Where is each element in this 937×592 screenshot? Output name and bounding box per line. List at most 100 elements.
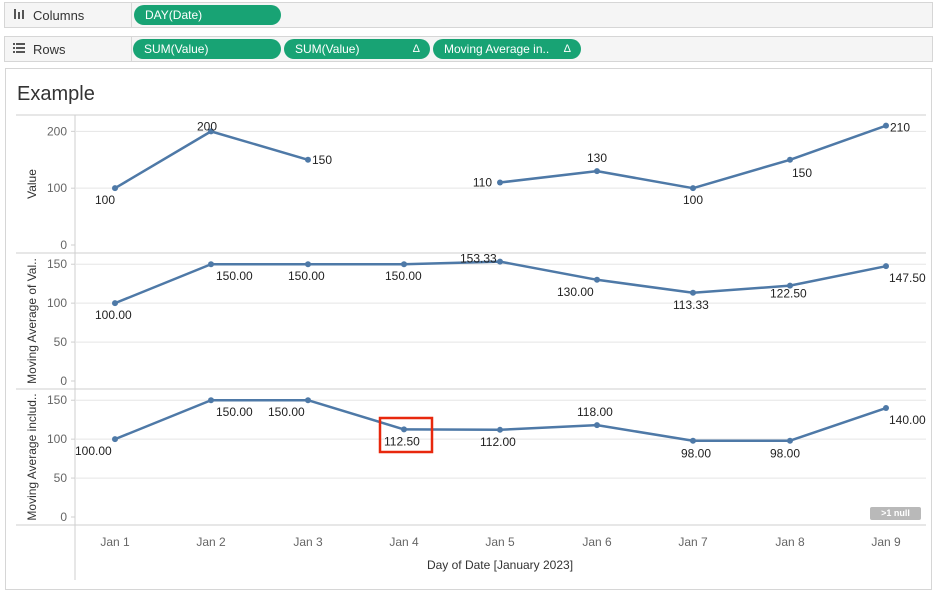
pill-sum-value-table-calc[interactable]: SUM(Value) Δ (284, 39, 430, 59)
x-tick-label: Jan 5 (485, 535, 515, 549)
data-point[interactable] (594, 168, 600, 175)
data-label: 210 (890, 121, 910, 135)
pill-label: Moving Average in.. (444, 42, 550, 56)
columns-icon (12, 8, 26, 23)
columns-shelf: Columns DAY(Date) (4, 2, 933, 28)
data-point[interactable] (112, 436, 118, 443)
y-tick-label: 0 (60, 510, 67, 524)
data-label: 153.33 (460, 252, 497, 266)
y-tick-label: 100 (47, 181, 67, 195)
y-tick-label: 150 (47, 257, 67, 271)
data-point[interactable] (208, 397, 214, 404)
data-label: 150.00 (216, 405, 253, 419)
data-point[interactable] (787, 156, 793, 163)
data-label: 150 (312, 153, 332, 167)
x-tick-label: Jan 4 (389, 535, 419, 549)
data-point[interactable] (208, 261, 214, 268)
y-tick-label: 200 (47, 124, 67, 138)
x-tick-label: Jan 6 (582, 535, 612, 549)
data-label: 112.00 (480, 435, 516, 449)
data-point[interactable] (690, 437, 696, 444)
y-tick-label: 150 (47, 393, 67, 407)
data-label: 113.33 (673, 298, 709, 312)
y-tick-label: 50 (54, 335, 68, 349)
data-point[interactable] (112, 185, 118, 192)
x-tick-label: Jan 8 (775, 535, 805, 549)
x-tick-label: Jan 7 (678, 535, 708, 549)
delta-icon: Δ (563, 43, 571, 55)
data-label: 98.00 (681, 447, 711, 461)
columns-label: Columns (33, 7, 85, 23)
series-line[interactable] (114, 130, 309, 190)
data-label: 98.00 (770, 447, 800, 461)
pill-sum-value[interactable]: SUM(Value) (133, 39, 281, 59)
data-label: 130.00 (557, 285, 594, 299)
y-tick-label: 0 (60, 238, 67, 252)
data-point[interactable] (690, 289, 696, 296)
data-label: 200 (197, 119, 217, 133)
rows-shelf-label: Rows (5, 37, 132, 61)
pill-moving-average-table-calc[interactable]: Moving Average in.. Δ (433, 39, 581, 59)
data-label: 112.50 (384, 434, 420, 448)
y-axis-title: Moving Average includ.. (25, 393, 39, 520)
data-label: 130 (587, 151, 607, 165)
data-point[interactable] (112, 300, 118, 307)
x-tick-label: Jan 3 (293, 535, 323, 549)
data-point[interactable] (305, 156, 311, 163)
rows-shelf: Rows SUM(Value) SUM(Value) Δ Moving Aver… (4, 36, 933, 62)
chart-svg: 0 100 200 Value 100 200 150 110 130 100 150 210 0 50 1… (16, 114, 926, 580)
data-label: 150 (792, 166, 812, 180)
data-point[interactable] (690, 185, 696, 192)
data-label: 147.50 (889, 271, 926, 285)
series-line[interactable] (499, 124, 887, 190)
viz-area: Example 0 100 200 Value 100 200 150 110 130 100 15… (5, 68, 932, 590)
chart-pane-2: 0 50 100 150 Moving Average of Val.. 100.00 15… (25, 252, 926, 388)
data-point[interactable] (497, 426, 503, 433)
y-tick-label: 100 (47, 432, 67, 446)
data-label: 150.00 (288, 269, 325, 283)
pill-label: SUM(Value) (144, 42, 209, 56)
y-tick-label: 100 (47, 296, 67, 310)
null-indicator-badge[interactable]: >1 null (870, 507, 921, 520)
data-label: 100.00 (95, 308, 132, 322)
pill-day-date[interactable]: DAY(Date) (134, 5, 281, 25)
y-tick-label: 0 (60, 374, 67, 388)
data-point[interactable] (401, 426, 407, 433)
x-tick-label: Jan 9 (871, 535, 901, 549)
data-point[interactable] (883, 263, 889, 270)
data-label: 150.00 (268, 405, 305, 419)
data-point[interactable] (787, 437, 793, 444)
data-point[interactable] (305, 397, 311, 404)
data-label: 140.00 (889, 413, 926, 427)
delta-icon: Δ (412, 43, 420, 55)
data-label: 100 (683, 193, 703, 207)
data-point[interactable] (594, 422, 600, 429)
data-point[interactable] (497, 179, 503, 186)
data-label: 150.00 (385, 269, 422, 283)
y-axis-title: Value (25, 169, 39, 199)
data-point[interactable] (401, 261, 407, 268)
data-point[interactable] (305, 261, 311, 268)
data-label: 122.50 (770, 287, 807, 301)
data-point[interactable] (497, 258, 503, 265)
pill-label: DAY(Date) (145, 8, 203, 22)
rows-label: Rows (33, 41, 66, 57)
pill-label: SUM(Value) (295, 42, 360, 56)
data-label: 118.00 (577, 405, 613, 419)
columns-shelf-label: Columns (5, 3, 132, 27)
x-axis-title: Day of Date [January 2023] (427, 558, 573, 572)
data-point[interactable] (883, 405, 889, 412)
data-point[interactable] (883, 122, 889, 129)
data-label: 150.00 (216, 269, 253, 283)
y-axis-title: Moving Average of Val.. (25, 258, 39, 384)
data-label: 100.00 (75, 444, 112, 458)
rows-icon (12, 42, 26, 57)
chart-pane-3: 0 50 100 150 Moving Average includ.. 100.00 15… (25, 393, 926, 524)
data-point[interactable] (594, 276, 600, 283)
x-tick-label: Jan 2 (196, 535, 226, 549)
chart-pane-1: 0 100 200 Value 100 200 150 110 130 100 150 210 (25, 119, 926, 252)
y-tick-label: 50 (54, 471, 68, 485)
x-tick-label: Jan 1 (100, 535, 130, 549)
data-label: 100 (95, 193, 115, 207)
data-label: 110 (473, 176, 492, 190)
